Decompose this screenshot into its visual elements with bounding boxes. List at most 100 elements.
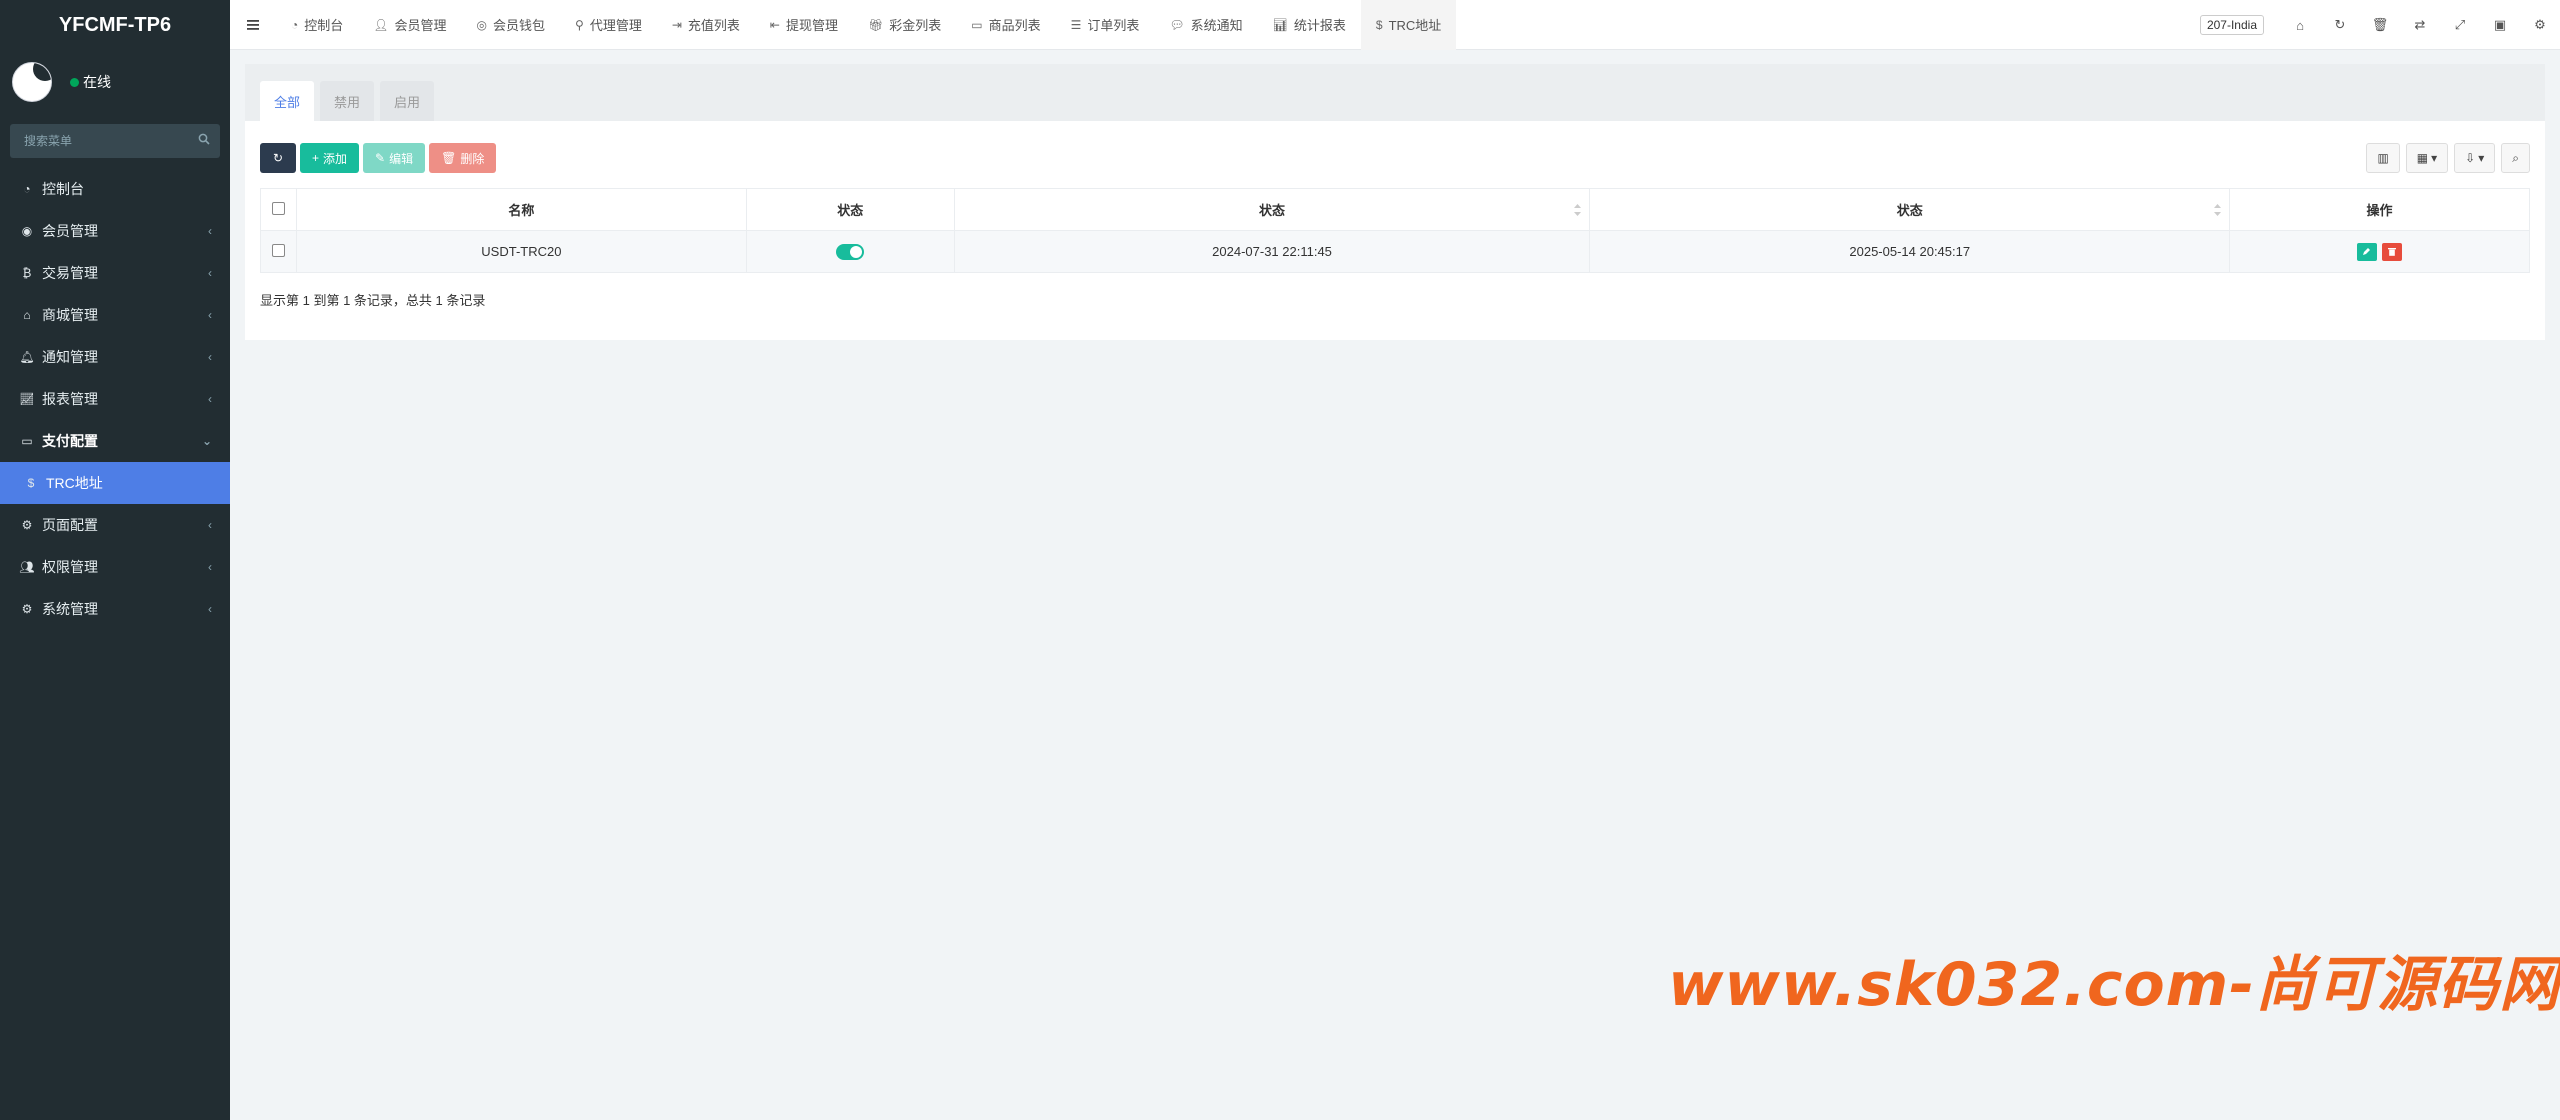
- list-icon: ☰: [1070, 17, 1082, 32]
- row-checkbox[interactable]: [271, 243, 285, 257]
- sidebar-item-payment[interactable]: ▭ 支付配置 ⌄: [0, 420, 230, 462]
- language-selector[interactable]: 207-India: [2199, 15, 2264, 35]
- search-toggle-button[interactable]: ⌕: [2501, 143, 2530, 173]
- tab-label: 系统通知: [1190, 18, 1243, 33]
- tab-withdraw[interactable]: ⇤ 提现管理: [755, 0, 853, 50]
- tab-notifications[interactable]: 💬︎ 系统通知: [1154, 0, 1257, 50]
- columns-dropdown[interactable]: ▦ ▾: [2405, 143, 2449, 173]
- tab-agents[interactable]: ⚲ 代理管理: [560, 0, 657, 50]
- user-circle-icon: ◉: [21, 224, 33, 238]
- sidebar-item-label: 系统管理: [42, 601, 98, 617]
- tab-label: 提现管理: [785, 18, 838, 33]
- bitcoin-icon: ₿: [22, 266, 32, 280]
- sidebar-item-label: 权限管理: [42, 559, 98, 575]
- tab-wallet[interactable]: ◎ 会员钱包: [462, 0, 561, 50]
- chevron-left-icon: ‹: [208, 224, 212, 238]
- credit-card-icon: ▭: [21, 434, 33, 448]
- sidebar-item-trade[interactable]: ₿ 交易管理 ‹: [0, 252, 230, 294]
- sidebar-item-label: 页面配置: [42, 517, 98, 533]
- edit-label: 编辑: [389, 151, 414, 166]
- sidebar-item-shop[interactable]: ⌂ 商城管理 ‹: [0, 294, 230, 336]
- sidebar-toggle-button[interactable]: [230, 0, 276, 50]
- clear-cache-button[interactable]: 🗑︎: [2360, 0, 2400, 50]
- search-icon[interactable]: [198, 133, 210, 145]
- tab-statistics[interactable]: 📊︎ 统计报表: [1258, 0, 1361, 50]
- sidebar-item-notice[interactable]: 🔔︎ 通知管理 ‹: [0, 336, 230, 378]
- sidebar-item-system[interactable]: ⚙︎ 系统管理 ‹: [0, 588, 230, 630]
- users-icon: 👥︎: [19, 560, 35, 574]
- filter-tab-all[interactable]: 全部: [260, 81, 314, 121]
- grid-icon: ▦: [2416, 151, 2429, 165]
- add-button[interactable]: + 添加: [300, 143, 360, 173]
- sidebar-item-label: 交易管理: [42, 265, 98, 281]
- caret-down-icon: ▾: [2431, 151, 2438, 165]
- tab-label: 会员钱包: [493, 18, 546, 33]
- sidebar-item-label: TRC地址: [46, 475, 103, 491]
- column-header-status: 状态: [745, 188, 955, 231]
- filter-tab-enabled[interactable]: 启用: [380, 81, 434, 121]
- toggle-view-button[interactable]: ▥: [2366, 143, 2400, 173]
- comments-icon: 💬︎: [1169, 17, 1185, 32]
- fullscreen-button[interactable]: ⤢: [2440, 0, 2480, 50]
- tab-recharge[interactable]: ⇥ 充值列表: [657, 0, 755, 50]
- chevron-left-icon: ‹: [208, 308, 212, 322]
- sign-out-icon: ⇤: [769, 17, 780, 32]
- sidebar-item-label: 会员管理: [42, 223, 98, 239]
- tab-trc-address[interactable]: $ TRC地址: [1360, 0, 1457, 50]
- online-dot-icon: [70, 77, 79, 87]
- sidebar-item-page-config[interactable]: ⚙︎ 页面配置 ‹: [0, 504, 230, 546]
- pagination-info: 显示第 1 到第 1 条记录，总共 1 条记录: [260, 293, 486, 308]
- online-status-label: 在线: [83, 74, 111, 90]
- chevron-left-icon: ‹: [208, 518, 212, 532]
- tab-label: 订单列表: [1087, 18, 1140, 33]
- row-edit-button[interactable]: [2356, 242, 2377, 261]
- cell-status: [745, 230, 955, 273]
- tab-orders[interactable]: ☰ 订单列表: [1056, 0, 1155, 50]
- user-avatar-button[interactable]: ▣: [2480, 0, 2520, 50]
- avatar: [12, 62, 52, 102]
- chevron-left-icon: ‹: [208, 266, 212, 280]
- refresh-icon: ↻: [272, 151, 284, 165]
- settings-button[interactable]: ⚙︎: [2520, 0, 2560, 50]
- select-all-checkbox[interactable]: [271, 201, 285, 215]
- refresh-table-button[interactable]: ↻: [260, 143, 296, 173]
- sidebar-item-permissions[interactable]: 👥︎ 权限管理 ‹: [0, 546, 230, 588]
- dashboard-icon: ◔: [23, 182, 31, 196]
- row-delete-button[interactable]: [2382, 242, 2403, 261]
- home-icon: ⌂: [2296, 17, 2304, 33]
- menu-search-input[interactable]: [10, 124, 220, 158]
- tab-label: 会员管理: [394, 18, 447, 33]
- nav-tabs: ◔ 控制台 👤︎ 会员管理 ◎ 会员钱包 ⚲ 代理管理 ⇥ 充值列表 ⇤ 提现管理 🎁︎ 彩金…: [276, 0, 1457, 50]
- chevron-left-icon: ‹: [208, 560, 212, 574]
- edit-button[interactable]: ✎ 编辑: [363, 143, 426, 173]
- filter-tab-disabled[interactable]: 禁用: [320, 81, 374, 121]
- brand-logo[interactable]: YFCMF-TP6: [0, 0, 230, 50]
- column-header-label: 状态: [1896, 203, 1923, 218]
- tab-label: 充值列表: [687, 18, 740, 33]
- export-dropdown[interactable]: ⇩ ▾: [2454, 143, 2496, 173]
- home-button[interactable]: ⌂: [2280, 0, 2320, 50]
- sidebar-item-members[interactable]: ◉ 会员管理 ‹: [0, 210, 230, 252]
- sidebar-item-trc-address[interactable]: $ TRC地址: [0, 462, 230, 504]
- translate-button[interactable]: ⇄: [2400, 0, 2440, 50]
- add-label: 添加: [323, 151, 348, 166]
- tab-bonus[interactable]: 🎁︎ 彩金列表: [853, 0, 956, 50]
- sidebar-item-report[interactable]: 📈︎ 报表管理 ‹: [0, 378, 230, 420]
- refresh-button[interactable]: ↻: [2320, 0, 2360, 50]
- pencil-icon: [2363, 248, 2371, 255]
- search-icon: ⌕: [2512, 150, 2519, 165]
- tab-products[interactable]: ▭ 商品列表: [956, 0, 1055, 50]
- sidebar-item-label: 支付配置: [42, 433, 98, 449]
- tab-label: 彩金列表: [889, 18, 942, 33]
- sidebar-item-dashboard[interactable]: ◔ 控制台: [0, 168, 230, 210]
- pencil-icon: ✎: [375, 151, 386, 165]
- tab-members[interactable]: 👤︎ 会员管理: [358, 0, 461, 50]
- status-toggle[interactable]: [836, 243, 865, 260]
- delete-button[interactable]: 🗑︎ 删除: [429, 143, 497, 173]
- delete-label: 删除: [460, 151, 485, 166]
- trash-icon: 🗑︎: [441, 151, 457, 165]
- column-header-updated[interactable]: 状态: [1589, 188, 2231, 231]
- tab-dashboard[interactable]: ◔ 控制台: [276, 0, 358, 50]
- user-panel: 在线: [0, 50, 230, 110]
- column-header-created[interactable]: 状态: [953, 188, 1591, 231]
